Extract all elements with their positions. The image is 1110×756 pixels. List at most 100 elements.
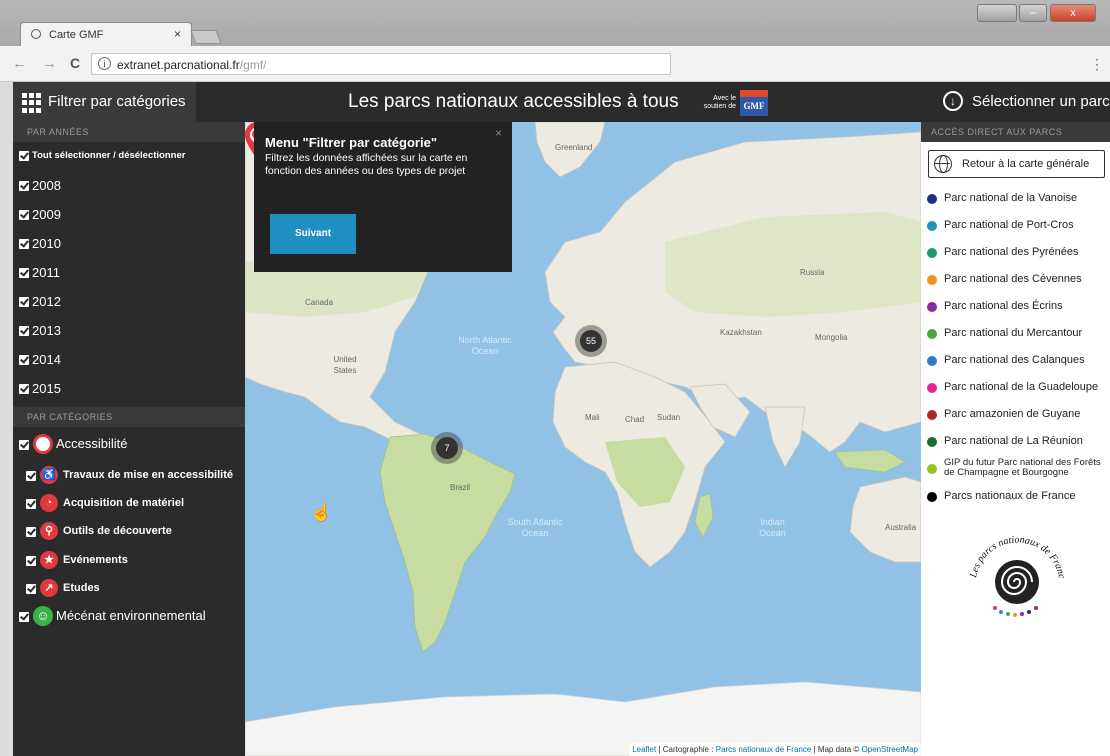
park-dot-icon	[927, 464, 937, 474]
categories-header: PAR CATÉGORIES	[13, 407, 245, 427]
park-dot-icon	[927, 302, 937, 312]
marker-cluster-europe[interactable]: 55	[575, 325, 607, 357]
checkbox-checked-icon	[26, 471, 36, 481]
park-label: Parc national de la Vanoise	[944, 192, 1078, 204]
land-label: United States	[333, 355, 357, 375]
popup-close-icon[interactable]: ×	[495, 126, 502, 140]
subcategory-label: Outils de découverte	[63, 525, 172, 537]
park-label: Parc national de Port-Cros	[944, 219, 1074, 231]
year-label: 2013	[32, 323, 61, 338]
new-tab-button[interactable]	[190, 30, 222, 44]
park-label: Parc national des Calanques	[944, 354, 1085, 366]
back-to-map-button[interactable]: Retour à la carte générale	[928, 150, 1105, 178]
star-icon: ★	[40, 551, 58, 569]
tab-close-icon[interactable]: ×	[174, 27, 181, 41]
park-dot-icon	[927, 194, 937, 204]
back-icon[interactable]: ←	[12, 55, 27, 72]
checkbox-checked-icon	[26, 584, 36, 594]
land-label: Sudan	[657, 413, 681, 422]
forward-icon[interactable]: →	[42, 55, 57, 72]
reload-icon[interactable]: C	[70, 55, 80, 71]
subcategory-label: Evénements	[63, 554, 128, 566]
checkbox-checked-icon	[19, 384, 29, 394]
category-label: Accessibilité	[56, 436, 128, 451]
checkbox-checked-icon	[26, 527, 36, 537]
next-button[interactable]: Suivant	[270, 214, 356, 254]
map-attribution: Leaflet | Cartographie : Parcs nationaux…	[629, 743, 921, 756]
year-label: 2014	[32, 352, 61, 367]
page-title: Les parcs nationaux accessibles à tous	[348, 91, 679, 112]
accessibility-icon	[33, 434, 53, 454]
checkbox-checked-icon	[19, 440, 29, 450]
park-label: GIP du futur Parc national des Forêts de…	[944, 457, 1101, 478]
download-arrow-icon: ↓	[943, 91, 963, 111]
checkbox-checked-icon	[19, 355, 29, 365]
park-link-champagne-bourgogne[interactable]: GIP du futur Parc national des Forêts de…	[927, 458, 1107, 482]
ocean-label: Indian Ocean	[759, 517, 786, 538]
leaflet-link[interactable]: Leaflet	[632, 745, 656, 754]
info-icon[interactable]: i	[98, 57, 111, 70]
sponsor-text: Avec le soutien de	[703, 95, 736, 110]
attribution-text: | Map data ©	[811, 745, 862, 754]
osm-link[interactable]: OpenStreetMap	[862, 745, 918, 754]
parks-header: ACCÈS DIRECT AUX PARCS	[921, 122, 1110, 142]
window-restore-button[interactable]	[977, 4, 1017, 22]
browser-tab[interactable]: Carte GMF ×	[20, 22, 192, 46]
park-dot-icon	[927, 275, 937, 285]
window-close-button[interactable]: x	[1050, 4, 1096, 22]
parcs-nationaux-logo: Les parcs nationaux de France	[961, 518, 1067, 617]
gear-favicon-icon	[31, 29, 41, 39]
park-dot-icon	[927, 356, 937, 366]
navigation-bar: ← → C i extranet.parcnational.fr/gmf/ ⋮	[0, 46, 1110, 82]
hand-cursor-icon: ☝	[310, 502, 333, 522]
year-label: 2009	[32, 207, 61, 222]
land-label: Mali	[585, 413, 600, 422]
checkbox-checked-icon	[26, 556, 36, 566]
cluster-count: 55	[580, 330, 602, 352]
checkbox-checked-icon	[19, 239, 29, 249]
checkbox-checked-icon	[26, 499, 36, 509]
ocean-label: North Atlantic Ocean	[458, 335, 512, 356]
land-label: Australia	[885, 523, 917, 532]
category-label: Mécénat environnemental	[56, 608, 206, 623]
parks-sidebar: ACCÈS DIRECT AUX PARCS Retour à la carte…	[921, 122, 1110, 756]
pie-icon: ◔	[40, 494, 58, 512]
gmf-logo: GMF	[740, 90, 768, 116]
person-icon: ♿	[40, 466, 58, 484]
select-park-button[interactable]: ↓ Sélectionner un parc	[932, 82, 1110, 122]
url-text: extranet.parcnational.fr/gmf/	[117, 58, 266, 72]
australia-landmass	[849, 476, 921, 563]
madagascar-landmass	[694, 493, 714, 538]
year-label: 2012	[32, 294, 61, 309]
window-minimize-button[interactable]: –	[1019, 4, 1047, 22]
address-bar[interactable]: i extranet.parcnational.fr/gmf/	[91, 53, 671, 75]
land-label: Russia	[800, 268, 825, 277]
tutorial-popup: Menu "Filtrer par catégorie" Filtrez les…	[254, 122, 512, 272]
year-label: 2010	[32, 236, 61, 251]
india-landmass	[764, 406, 806, 468]
select-all-label: Tout sélectionner / désélectionner	[32, 150, 186, 161]
park-label: Parc national du Mercantour	[944, 327, 1083, 339]
browser-menu-icon[interactable]: ⋮	[1090, 56, 1104, 73]
leaf-face-icon: ☺	[33, 606, 53, 626]
filter-categories-label: Filtrer par catégories	[48, 93, 186, 110]
checkbox-checked-icon	[19, 268, 29, 278]
land-label: Canada	[305, 298, 334, 307]
year-label: 2011	[32, 265, 60, 280]
land-label: Greenland	[555, 143, 593, 152]
app-header: Filtrer par catégories Les parcs nationa…	[13, 82, 1110, 122]
year-label: 2015	[32, 381, 61, 396]
select-park-label: Sélectionner un parc	[972, 93, 1110, 110]
park-label: Parcs nationaux de France	[944, 490, 1076, 502]
park-label: Parc national des Pyrénées	[944, 246, 1079, 258]
checkbox-checked-icon	[19, 151, 29, 161]
pnf-link[interactable]: Parcs nationaux de France	[716, 745, 812, 754]
park-dot-icon	[927, 221, 937, 231]
marker-cluster-guyane[interactable]: 7	[431, 432, 463, 464]
map-view[interactable]: North Atlantic Ocean South Atlantic Ocea…	[245, 122, 921, 756]
park-label: Parc national de La Réunion	[944, 435, 1083, 447]
park-dot-icon	[927, 248, 937, 258]
subcategory-label: Acquisition de matériel	[63, 497, 185, 509]
checkbox-checked-icon	[19, 612, 29, 622]
filter-categories-button[interactable]: Filtrer par catégories	[13, 82, 196, 122]
